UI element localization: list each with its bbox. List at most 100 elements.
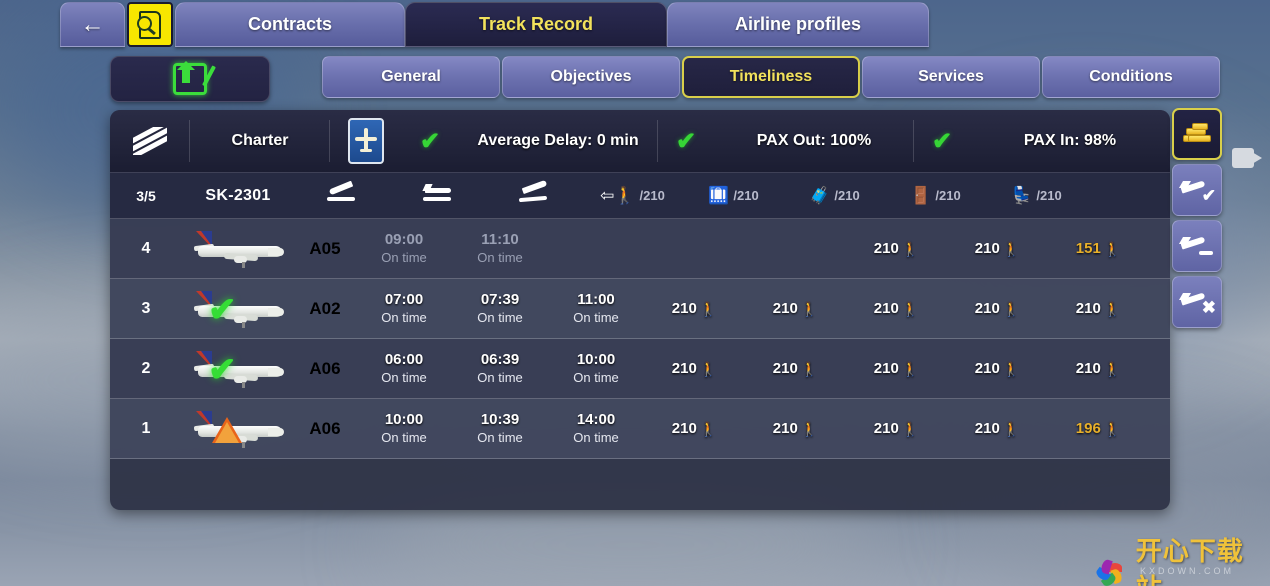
pedestrian-icon: 🚶 [800, 300, 819, 317]
table-row[interactable]: 3 ✔ A02 07:00 On time 07:39 On time 11:0… [110, 279, 1170, 339]
tab-airline-profiles[interactable]: Airline profiles [667, 2, 929, 47]
subtab-conditions[interactable]: Conditions [1042, 56, 1220, 98]
tab-track-record-label: Track Record [478, 14, 594, 34]
landing-time: 10:00 On time [356, 411, 452, 446]
takeoff-time-status: On time [573, 309, 619, 325]
tab-track-record[interactable]: Track Record [405, 2, 667, 47]
pedestrian-icon: 🚶 [800, 420, 819, 437]
watermark-subtext: KXDOWN.COM [1140, 566, 1234, 576]
pax-checkin-denominator: /210 [733, 188, 759, 203]
subtab-services-label: Services [918, 68, 984, 85]
takeoff-time: 11:00 On time [548, 291, 644, 326]
pax-boarding-cell: 210 🚶 [644, 420, 745, 437]
plane-cross-icon: ✖ [1178, 290, 1216, 316]
status-ok-icon: ✔ [208, 290, 237, 329]
pax-gate-cell: 210 🚶 [947, 240, 1048, 257]
subtab-general[interactable]: General [322, 56, 500, 98]
pax-value: 210 [671, 360, 697, 377]
pax-value: 210 [772, 300, 798, 317]
pedestrian-icon: 🚶 [699, 420, 718, 437]
pax-security-cell: 210 🚶 [846, 240, 947, 257]
cancelled-flights-button[interactable]: ✖ [1172, 276, 1222, 328]
pending-flights-button[interactable] [1172, 220, 1222, 272]
back-arrow-icon: ← [80, 10, 105, 38]
subtab-timeliness[interactable]: Timeliness [682, 56, 860, 98]
table-row[interactable]: 2 ✔ A06 06:00 On time 06:39 On time 10:0… [110, 339, 1170, 399]
pedestrian-icon: 🚶 [901, 360, 920, 377]
pax-value: 210 [1075, 360, 1101, 377]
takeoff-time-value: 11:00 [577, 291, 615, 308]
pax-gate-cell: 210 🚶 [947, 360, 1048, 377]
sign-contract-button[interactable] [110, 56, 270, 102]
aircraft-thumbnail: ✔ [182, 289, 294, 329]
pax-checkin-cell: 210 🚶 [745, 360, 846, 377]
pax-value: 196 [1075, 420, 1101, 437]
pedestrian-icon: 🚶 [1103, 240, 1122, 257]
column-landing [294, 180, 390, 208]
completed-flights-button[interactable]: ✔ [1172, 164, 1222, 216]
aircraft-thumbnail [182, 229, 294, 269]
check-icon-pax-out: ✔ [675, 127, 697, 155]
landing-time: 06:00 On time [356, 351, 452, 386]
watermark-pinwheel-icon [1094, 551, 1130, 586]
column-pax-security: 🧳 /210 [784, 187, 885, 204]
pax-value: 210 [873, 360, 899, 377]
pedestrian-icon: 🚶 [1002, 420, 1021, 437]
pax-gate-icon: 🚪 [910, 186, 932, 205]
pax-security-cell: 210 🚶 [846, 360, 947, 377]
contract-status-bar: Charter ✔ Average Delay: 0 min ✔ PAX Out… [110, 110, 1170, 173]
subtab-general-label: General [381, 68, 441, 85]
back-button[interactable]: ← [60, 2, 125, 47]
metric-pax-out: ✔ PAX Out: 100% [658, 110, 914, 172]
landing-icon [325, 180, 359, 203]
average-delay-label: Average Delay: 0 min [477, 132, 639, 149]
airline-plane-badge[interactable] [330, 110, 402, 172]
pax-checkin-cell: 210 🚶 [745, 300, 846, 317]
pax-value: 210 [974, 240, 1000, 257]
landing-time-value: 10:00 [384, 411, 424, 428]
column-pax-seated: 💺 /210 [986, 187, 1087, 204]
column-pax-checkin: 🛄 /210 [683, 187, 784, 204]
pax-boarding-cell: 210 🚶 [644, 360, 745, 377]
landing-time-value: 07:00 [384, 291, 424, 308]
parked-time-value: 07:39 [480, 291, 520, 308]
takeoff-icon [517, 179, 551, 203]
contract-search-icon[interactable] [127, 2, 173, 47]
sub-navigation: General Objectives Timeliness Services C… [110, 56, 1220, 102]
pax-checkin-icon: 🛄 [708, 186, 730, 205]
takeoff-time: 14:00 On time [548, 411, 644, 446]
pax-in-label: PAX In: 98% [1023, 132, 1117, 149]
pax-value: 210 [974, 360, 1000, 377]
plane-dash-icon [1178, 234, 1214, 258]
parked-time: 11:10 On time [452, 231, 548, 266]
subtab-objectives-label: Objectives [550, 68, 632, 85]
parked-time-value: 10:39 [480, 411, 520, 428]
camera-icon[interactable] [1232, 148, 1264, 170]
parked-time-value: 06:39 [480, 351, 520, 368]
landing-time: 09:00 On time [356, 231, 452, 266]
pax-value: 210 [772, 420, 798, 437]
table-row[interactable]: 4 A05 09:00 On time 11:10 On time 210 🚶 … [110, 219, 1170, 279]
subtab-objectives[interactable]: Objectives [502, 56, 680, 98]
flight-number: SK-2301 [205, 186, 271, 204]
subtab-timeliness-label: Timeliness [729, 68, 813, 85]
finances-gold-button[interactable] [1172, 108, 1222, 160]
gold-stack-icon [1181, 123, 1213, 145]
table-row[interactable]: 1 A06 10:00 On time 10:39 On time 14:00 … [110, 399, 1170, 459]
watermark-text: 开心下载站 [1135, 536, 1244, 586]
landing-time-status: On time [381, 249, 427, 265]
column-parked [390, 183, 486, 208]
parked-time-value: 11:10 [481, 231, 519, 248]
pax-gate-denominator: /210 [935, 188, 961, 203]
tab-airline-profiles-label: Airline profiles [734, 14, 862, 34]
parked-time: 10:39 On time [452, 411, 548, 446]
pax-value: 210 [974, 420, 1000, 437]
parked-time-status: On time [477, 429, 523, 445]
pax-value: 210 [772, 360, 798, 377]
parked-time: 07:39 On time [452, 291, 548, 326]
pax-value: 210 [974, 300, 1000, 317]
row-index: 4 [141, 239, 151, 257]
subtab-services[interactable]: Services [862, 56, 1040, 98]
tab-contracts[interactable]: Contracts [175, 2, 405, 47]
parked-time-status: On time [477, 309, 523, 325]
